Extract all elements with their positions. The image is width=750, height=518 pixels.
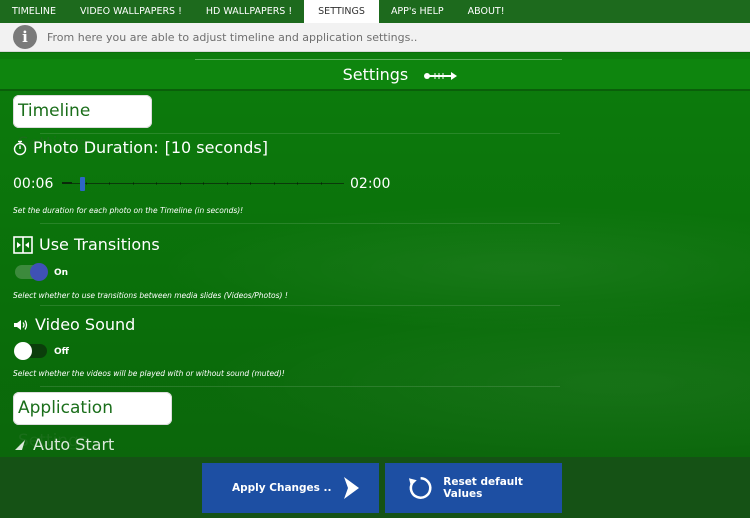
video-sound-state: Off [54, 347, 69, 357]
action-bar: Apply Changes .. Reset default Values [0, 457, 750, 518]
refresh-icon [408, 477, 432, 499]
slider-tick [297, 182, 298, 185]
tab-hd-wallpapers[interactable]: HD WALLPAPERS ! [194, 0, 304, 23]
toggle-knob [14, 342, 32, 360]
timeline-settings-heading: Timeline Settings [13, 95, 152, 154]
arrow-right-icon [423, 60, 458, 92]
photo-duration-value: [10 seconds] [164, 138, 268, 157]
slider-tick [227, 182, 228, 185]
auto-start-icon [15, 439, 25, 450]
photo-duration-label: Photo Duration: [33, 138, 159, 157]
video-sound-row: Video Sound [13, 315, 135, 334]
video-sound-toggle[interactable] [14, 342, 47, 360]
tab-settings[interactable]: SETTINGS [304, 0, 379, 23]
transitions-state: On [54, 268, 69, 278]
slider-tick [203, 182, 204, 185]
transitions-row: Use Transitions [13, 235, 160, 254]
slider-max-label: 02:00 [350, 176, 391, 192]
info-text: From here you are able to adjust timelin… [47, 30, 418, 44]
photo-duration-description: Set the duration for each photo on the T… [13, 206, 244, 215]
reset-default-values-button[interactable]: Reset default Values [385, 463, 562, 513]
slider-tick [133, 182, 134, 185]
divider [40, 305, 560, 306]
divider [40, 133, 560, 134]
info-icon: i [13, 25, 37, 49]
tab-video-wallpapers[interactable]: VIDEO WALLPAPERS ! [68, 0, 194, 23]
video-sound-label: Video Sound [35, 315, 136, 334]
video-sound-description: Select whether the videos will be played… [13, 369, 285, 378]
top-nav: TIMELINE VIDEO WALLPAPERS ! HD WALLPAPER… [0, 0, 750, 23]
stopwatch-icon [13, 140, 27, 155]
slider-tick [156, 182, 157, 185]
apply-changes-label: Apply Changes .. [232, 482, 332, 494]
settings-panel: Settings Timeline Settings Photo Duratio… [0, 53, 750, 457]
settings-title-row: Settings [0, 59, 750, 91]
slider-tick [274, 182, 275, 185]
page-title: Settings [342, 65, 409, 84]
slider-tick [180, 182, 181, 185]
transitions-label: Use Transitions [39, 235, 160, 254]
tab-timeline[interactable]: TIMELINE [0, 0, 68, 23]
speaker-icon [14, 319, 28, 330]
auto-start-row: Auto Start [13, 435, 114, 454]
divider [40, 223, 560, 224]
slider-tick [250, 182, 251, 185]
reset-default-values-label: Reset default Values [443, 476, 523, 500]
transitions-description: Select whether to use transitions betwee… [13, 291, 288, 300]
tab-apps-help[interactable]: APP's HELP [379, 0, 456, 23]
slider-tick [86, 182, 87, 185]
photo-duration-row: Photo Duration: [10 seconds] [13, 138, 268, 157]
chevron-right-icon [343, 477, 359, 499]
auto-start-label: Auto Start [33, 435, 115, 454]
tab-about[interactable]: ABOUT! [456, 0, 517, 23]
slider-tick [321, 182, 322, 185]
application-settings-heading: Application Settings [13, 392, 172, 451]
slider-fill [62, 182, 72, 184]
divider [40, 386, 560, 387]
transitions-icon [13, 235, 33, 254]
toggle-knob [30, 263, 48, 281]
apply-changes-button[interactable]: Apply Changes .. [202, 463, 379, 513]
transitions-toggle[interactable] [15, 263, 48, 281]
slider-min-label: 00:06 [13, 176, 54, 192]
photo-duration-slider[interactable] [62, 177, 344, 191]
info-bar: i From here you are able to adjust timel… [0, 23, 750, 52]
slider-thumb[interactable] [80, 177, 85, 191]
slider-tick [109, 182, 110, 185]
